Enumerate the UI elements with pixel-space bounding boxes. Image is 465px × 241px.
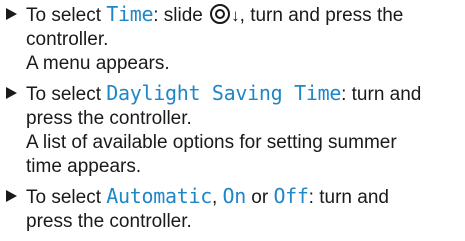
triangle-bullet-icon <box>4 81 26 105</box>
instruction-document: To select Time: slide ↓, turn and press … <box>0 0 465 241</box>
instruction-text: , <box>211 187 223 208</box>
instruction-text: : slide <box>153 5 209 26</box>
instruction-text: To select <box>26 84 107 105</box>
step-select-daylight-saving-time: To select Daylight Saving Time: turn and… <box>4 81 461 179</box>
controller-dial-icon <box>210 4 231 24</box>
result-line: A list of available options for setting … <box>26 132 397 153</box>
menu-item-daylight-saving-time: Daylight Saving Time <box>106 81 342 105</box>
triangle-bullet-icon <box>4 2 26 26</box>
step-select-option: To select Automatic, On or Off: turn and… <box>4 184 461 234</box>
option-on: On <box>222 184 247 208</box>
instruction-line: To select Automatic, On or Off: turn and <box>26 184 461 210</box>
step-content: To select Time: slide ↓, turn and press … <box>26 2 461 76</box>
step-content: To select Daylight Saving Time: turn and… <box>26 81 461 179</box>
result-line: time appears. <box>26 156 142 177</box>
instruction-line: controller. <box>26 29 109 50</box>
instruction-text: : turn and <box>308 187 389 208</box>
arrow-down-icon: ↓ <box>231 6 240 25</box>
triangle-bullet-icon <box>4 184 26 208</box>
result-line: A menu appears. <box>26 53 170 74</box>
instruction-text: To select <box>26 187 107 208</box>
instruction-line: To select Time: slide ↓, turn and press … <box>26 2 461 28</box>
instruction-line: press the controller. <box>26 211 192 232</box>
instruction-text: , turn and press the <box>239 5 404 26</box>
step-select-time: To select Time: slide ↓, turn and press … <box>4 2 461 76</box>
instruction-line: press the controller. <box>26 108 192 129</box>
menu-item-time: Time <box>106 2 154 26</box>
instruction-text: To select <box>26 5 107 26</box>
instruction-line: To select Daylight Saving Time: turn and <box>26 81 461 107</box>
instruction-text: or <box>245 187 274 208</box>
option-off: Off <box>273 184 309 208</box>
step-content: To select Automatic, On or Off: turn and… <box>26 184 461 234</box>
instruction-text: : turn and <box>341 84 422 105</box>
option-automatic: Automatic <box>106 184 212 208</box>
